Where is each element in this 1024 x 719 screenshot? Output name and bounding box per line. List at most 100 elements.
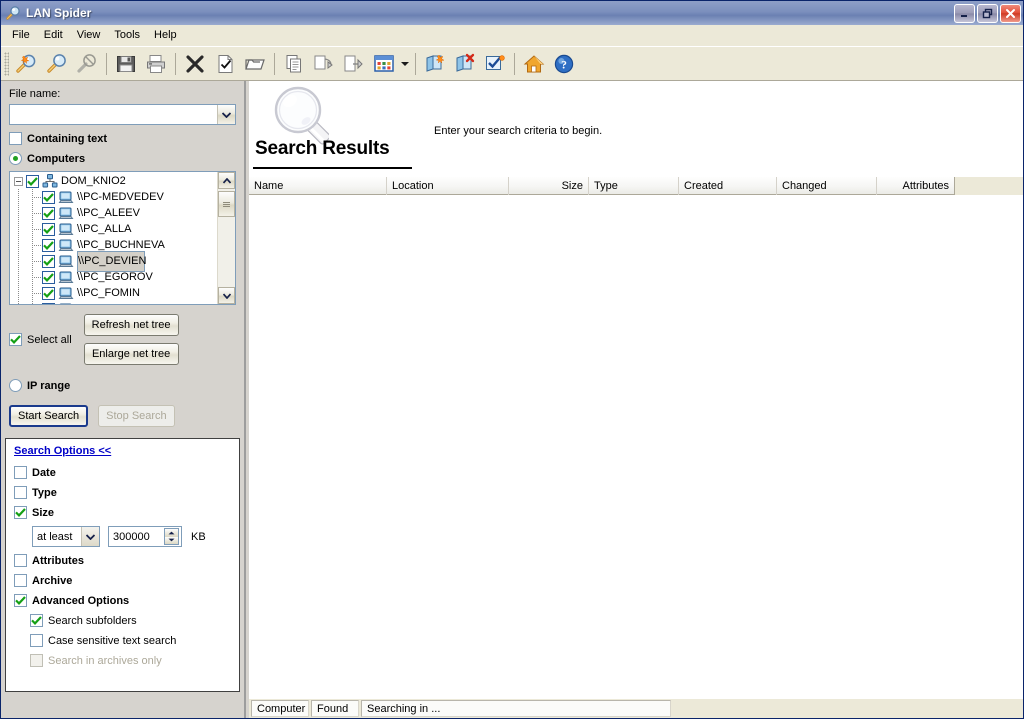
size-option-row[interactable]: Size: [14, 506, 231, 519]
tree-checkbox[interactable]: [42, 271, 55, 284]
tree-expander-icon[interactable]: [14, 177, 23, 186]
file-name-input[interactable]: [10, 105, 217, 124]
ip-range-radio[interactable]: [9, 379, 22, 392]
restore-button[interactable]: [977, 4, 998, 23]
tree-node-child[interactable]: \\PC_ALEEV: [10, 205, 217, 221]
search-icon[interactable]: [42, 50, 72, 78]
menu-view[interactable]: View: [70, 27, 108, 43]
remove-computer-icon[interactable]: [450, 50, 480, 78]
column-header-name[interactable]: Name: [249, 177, 387, 195]
network-tree-list[interactable]: DOM_KNIO2: [10, 172, 217, 304]
tree-checkbox[interactable]: [42, 287, 55, 300]
check-file-icon[interactable]: [210, 50, 240, 78]
tree-node-root[interactable]: DOM_KNIO2: [10, 173, 217, 189]
search-subfolders-row[interactable]: Search subfolders: [30, 614, 231, 627]
network-tree[interactable]: DOM_KNIO2: [9, 171, 236, 305]
tree-checkbox[interactable]: [42, 207, 55, 220]
case-sensitive-checkbox[interactable]: [30, 634, 43, 647]
menu-help[interactable]: Help: [147, 27, 184, 43]
column-header-type[interactable]: Type: [589, 177, 679, 195]
size-value-stepper[interactable]: 300000: [108, 526, 182, 547]
enlarge-net-tree-button[interactable]: Enlarge net tree: [84, 343, 179, 365]
column-header-created[interactable]: Created: [679, 177, 777, 195]
minimize-button[interactable]: [954, 4, 975, 23]
tree-checkbox[interactable]: [42, 191, 55, 204]
size-operator-select[interactable]: at least: [32, 526, 100, 547]
stepper-buttons[interactable]: [164, 528, 179, 545]
tree-checkbox[interactable]: [42, 303, 55, 305]
new-search-icon[interactable]: [12, 50, 42, 78]
scroll-up-icon[interactable]: [218, 172, 235, 189]
tree-node-child[interactable]: \\PC_GORLOV: [10, 301, 217, 304]
copy-icon[interactable]: [279, 50, 309, 78]
tree-node-child[interactable]: \\PC_EGOROV: [10, 269, 217, 285]
export-icon[interactable]: [339, 50, 369, 78]
chevron-down-icon[interactable]: [217, 105, 235, 124]
help-icon[interactable]: ?: [549, 50, 579, 78]
stop-search-icon[interactable]: [72, 50, 102, 78]
containing-text-checkbox[interactable]: [9, 132, 22, 145]
ip-range-row[interactable]: IP range: [9, 379, 236, 392]
file-name-combo[interactable]: [9, 104, 236, 125]
containing-text-row[interactable]: Containing text: [9, 132, 236, 145]
close-button[interactable]: [1000, 4, 1021, 23]
import-icon[interactable]: [309, 50, 339, 78]
computers-radio[interactable]: [9, 152, 22, 165]
tree-node-child[interactable]: \\PC-MEDVEDEV: [10, 189, 217, 205]
type-checkbox[interactable]: [14, 486, 27, 499]
date-checkbox[interactable]: [14, 466, 27, 479]
scroll-down-icon[interactable]: [218, 287, 235, 304]
search-options-toggle[interactable]: Search Options <<: [14, 445, 111, 457]
delete-icon[interactable]: [180, 50, 210, 78]
tree-checkbox[interactable]: [42, 223, 55, 236]
chevron-down-icon[interactable]: [81, 527, 99, 546]
advanced-options-row[interactable]: Advanced Options: [14, 594, 231, 607]
stepper-up-icon[interactable]: [165, 529, 178, 537]
search-subfolders-checkbox[interactable]: [30, 614, 43, 627]
refresh-net-tree-button[interactable]: Refresh net tree: [84, 314, 179, 336]
print-icon[interactable]: [141, 50, 171, 78]
menu-tools[interactable]: Tools: [107, 27, 147, 43]
attributes-checkbox[interactable]: [14, 554, 27, 567]
save-icon[interactable]: [111, 50, 141, 78]
type-option-row[interactable]: Type: [14, 486, 231, 499]
toolbar-grip[interactable]: [4, 52, 9, 76]
results-list[interactable]: [249, 195, 1023, 698]
advanced-options-checkbox[interactable]: [14, 594, 27, 607]
tree-checkbox[interactable]: [42, 255, 55, 268]
view-mode-dropdown-arrow[interactable]: [399, 50, 411, 78]
start-search-button[interactable]: Start Search: [9, 405, 88, 427]
select-all-control[interactable]: Select all: [9, 333, 72, 346]
menu-edit[interactable]: Edit: [37, 27, 70, 43]
tree-checkbox[interactable]: [26, 175, 39, 188]
advanced-options-label: Advanced Options: [32, 595, 129, 607]
tree-checkbox[interactable]: [42, 239, 55, 252]
column-header-size[interactable]: Size: [509, 177, 589, 195]
archive-option-row[interactable]: Archive: [14, 574, 231, 587]
stop-search-button: Stop Search: [98, 405, 175, 427]
select-all-checkbox[interactable]: [9, 333, 22, 346]
date-option-row[interactable]: Date: [14, 466, 231, 479]
archive-checkbox[interactable]: [14, 574, 27, 587]
tree-scrollbar[interactable]: [217, 172, 235, 304]
scrollbar-thumb[interactable]: [218, 191, 235, 217]
stepper-down-icon[interactable]: [165, 537, 178, 545]
open-folder-icon[interactable]: [240, 50, 270, 78]
attributes-option-row[interactable]: Attributes: [14, 554, 231, 567]
check-computer-icon[interactable]: [480, 50, 510, 78]
tree-node-child[interactable]: \\PC_ALLA: [10, 221, 217, 237]
column-header-filler: [955, 177, 1023, 195]
tree-node-child[interactable]: \\PC_FOMIN: [10, 285, 217, 301]
computers-row[interactable]: Computers: [9, 152, 236, 165]
column-header-attributes[interactable]: Attributes: [877, 177, 955, 195]
column-header-location[interactable]: Location: [387, 177, 509, 195]
computer-icon: [58, 206, 74, 221]
view-mode-icon[interactable]: [369, 50, 399, 78]
case-sensitive-row[interactable]: Case sensitive text search: [30, 634, 231, 647]
size-checkbox[interactable]: [14, 506, 27, 519]
tree-node-child-selected[interactable]: \\PC_DEVIEN: [10, 253, 217, 269]
column-header-changed[interactable]: Changed: [777, 177, 877, 195]
menu-file[interactable]: File: [5, 27, 37, 43]
home-icon[interactable]: [519, 50, 549, 78]
add-computer-icon[interactable]: [420, 50, 450, 78]
